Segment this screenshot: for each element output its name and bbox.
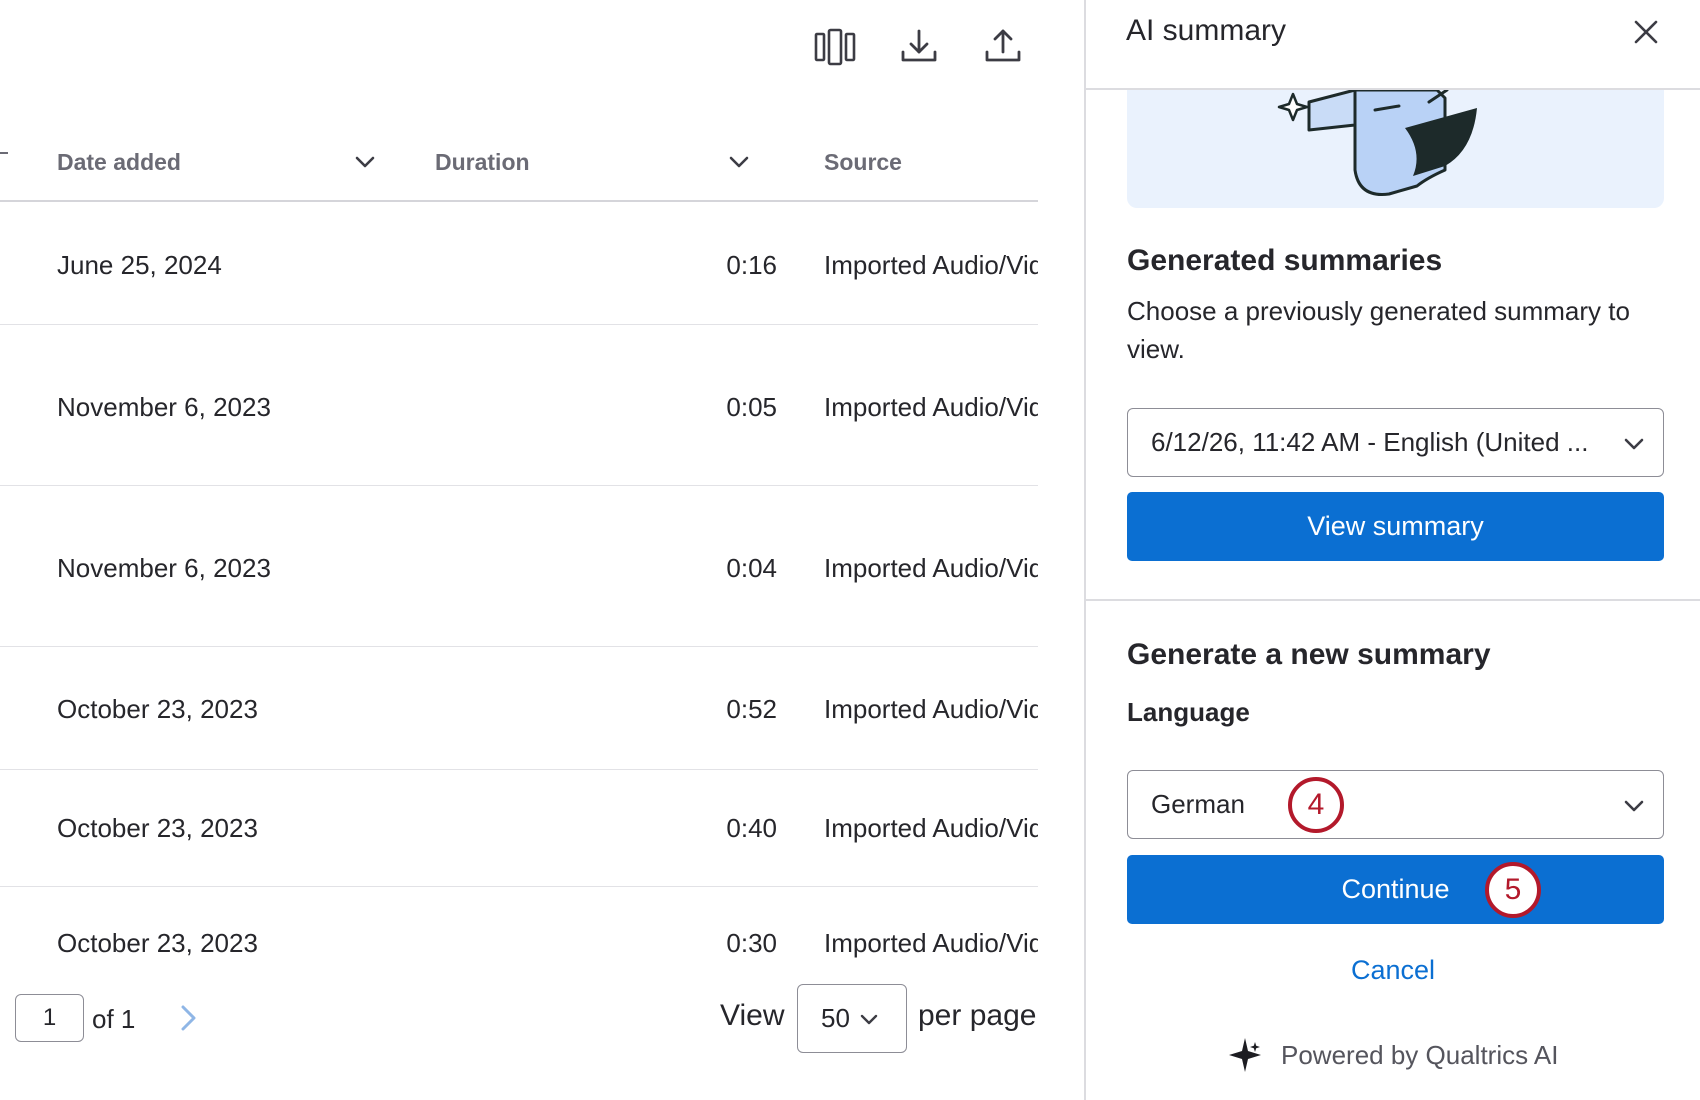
cell-source: Imported Audio/Video <box>824 813 1038 843</box>
cell-duration: 0:16 <box>726 250 777 280</box>
download-icon[interactable] <box>894 22 944 72</box>
per-page-label: per page <box>918 999 1037 1032</box>
generate-new-summary-heading: Generate a new summary <box>1127 638 1491 671</box>
per-page-value: 50 <box>821 1003 850 1033</box>
step-marker-5: 5 <box>1485 862 1541 918</box>
cell-source: Imported Audio/Video <box>824 694 1038 724</box>
close-icon[interactable] <box>1624 10 1668 54</box>
cancel-link[interactable]: Cancel <box>1086 955 1700 986</box>
page-count-label: of 1 <box>92 1004 136 1034</box>
columns-icon[interactable] <box>810 22 860 72</box>
view-summary-button[interactable]: View summary <box>1127 492 1664 561</box>
continue-button[interactable]: Continue <box>1127 855 1664 924</box>
row-divider <box>0 324 1038 325</box>
cell-duration: 0:52 <box>726 694 777 724</box>
panel-header: AI summary <box>1086 0 1700 90</box>
cell-duration: 0:05 <box>726 392 777 422</box>
view-label: View <box>720 999 785 1032</box>
cell-duration: 0:04 <box>726 553 777 583</box>
selected-summary-value: 6/12/26, 11:42 AM - English (United ... <box>1151 427 1589 457</box>
row-divider <box>0 646 1038 647</box>
page-number-input[interactable]: 1 <box>15 994 84 1042</box>
ai-summary-illustration <box>1127 90 1664 208</box>
document-sparkle-illustration <box>1277 90 1477 196</box>
column-header-date-added[interactable]: Date added <box>57 142 181 182</box>
panel-section-divider <box>1086 599 1700 601</box>
language-label: Language <box>1127 697 1250 727</box>
chevron-down-icon <box>1624 800 1644 812</box>
ai-summary-panel: AI summary Generated summaries Choose a … <box>1084 0 1700 1100</box>
powered-by-footer: Powered by Qualtrics AI <box>1226 1036 1558 1074</box>
column-header-label: Duration <box>435 148 530 175</box>
header-divider <box>0 200 1038 202</box>
generated-summaries-heading: Generated summaries <box>1127 244 1443 277</box>
cell-date: November 6, 2023 <box>57 553 271 583</box>
upload-icon[interactable] <box>978 22 1028 72</box>
column-edge-marker <box>0 152 8 154</box>
cell-date: October 23, 2023 <box>57 928 258 958</box>
panel-title: AI summary <box>1126 14 1287 47</box>
step-marker-4: 4 <box>1288 777 1344 833</box>
chevron-down-icon[interactable] <box>722 145 756 179</box>
cell-source: Imported Audio/Video <box>824 928 1038 958</box>
chevron-down-icon <box>1624 438 1644 450</box>
qualtrics-ai-sparkle-icon <box>1229 1038 1261 1072</box>
language-value: German <box>1151 789 1245 819</box>
cell-date: October 23, 2023 <box>57 694 258 724</box>
column-header-label: Source <box>824 148 902 175</box>
row-divider <box>0 485 1038 486</box>
cell-source: Imported Audio/Video <box>824 553 1038 583</box>
cell-source: Imported Audio/Video <box>824 392 1038 422</box>
chevron-down-icon[interactable] <box>348 145 382 179</box>
generated-summary-select[interactable]: 6/12/26, 11:42 AM - English (United ... <box>1127 408 1664 477</box>
cell-source: Imported Audio/Video <box>824 250 1038 280</box>
table-area: Date added Duration Source June 25, 2024… <box>0 0 1038 1100</box>
cell-date: October 23, 2023 <box>57 813 258 843</box>
cell-date: June 25, 2024 <box>57 250 222 280</box>
row-divider <box>0 769 1038 770</box>
row-divider <box>0 886 1038 887</box>
per-page-select[interactable]: 50 <box>797 984 907 1053</box>
cell-date: November 6, 2023 <box>57 392 271 422</box>
generated-summaries-description: Choose a previously generated summary to… <box>1127 296 1630 364</box>
column-header-duration[interactable]: Duration <box>435 142 530 182</box>
column-header-source[interactable]: Source <box>824 142 902 182</box>
chevron-down-icon <box>860 1014 878 1024</box>
powered-by-label: Powered by Qualtrics AI <box>1281 1039 1559 1070</box>
column-header-label: Date added <box>57 148 181 175</box>
cell-duration: 0:40 <box>726 813 777 843</box>
language-select[interactable]: German <box>1127 770 1664 839</box>
chevron-right-icon[interactable] <box>174 1000 204 1036</box>
cell-duration: 0:30 <box>726 928 777 958</box>
